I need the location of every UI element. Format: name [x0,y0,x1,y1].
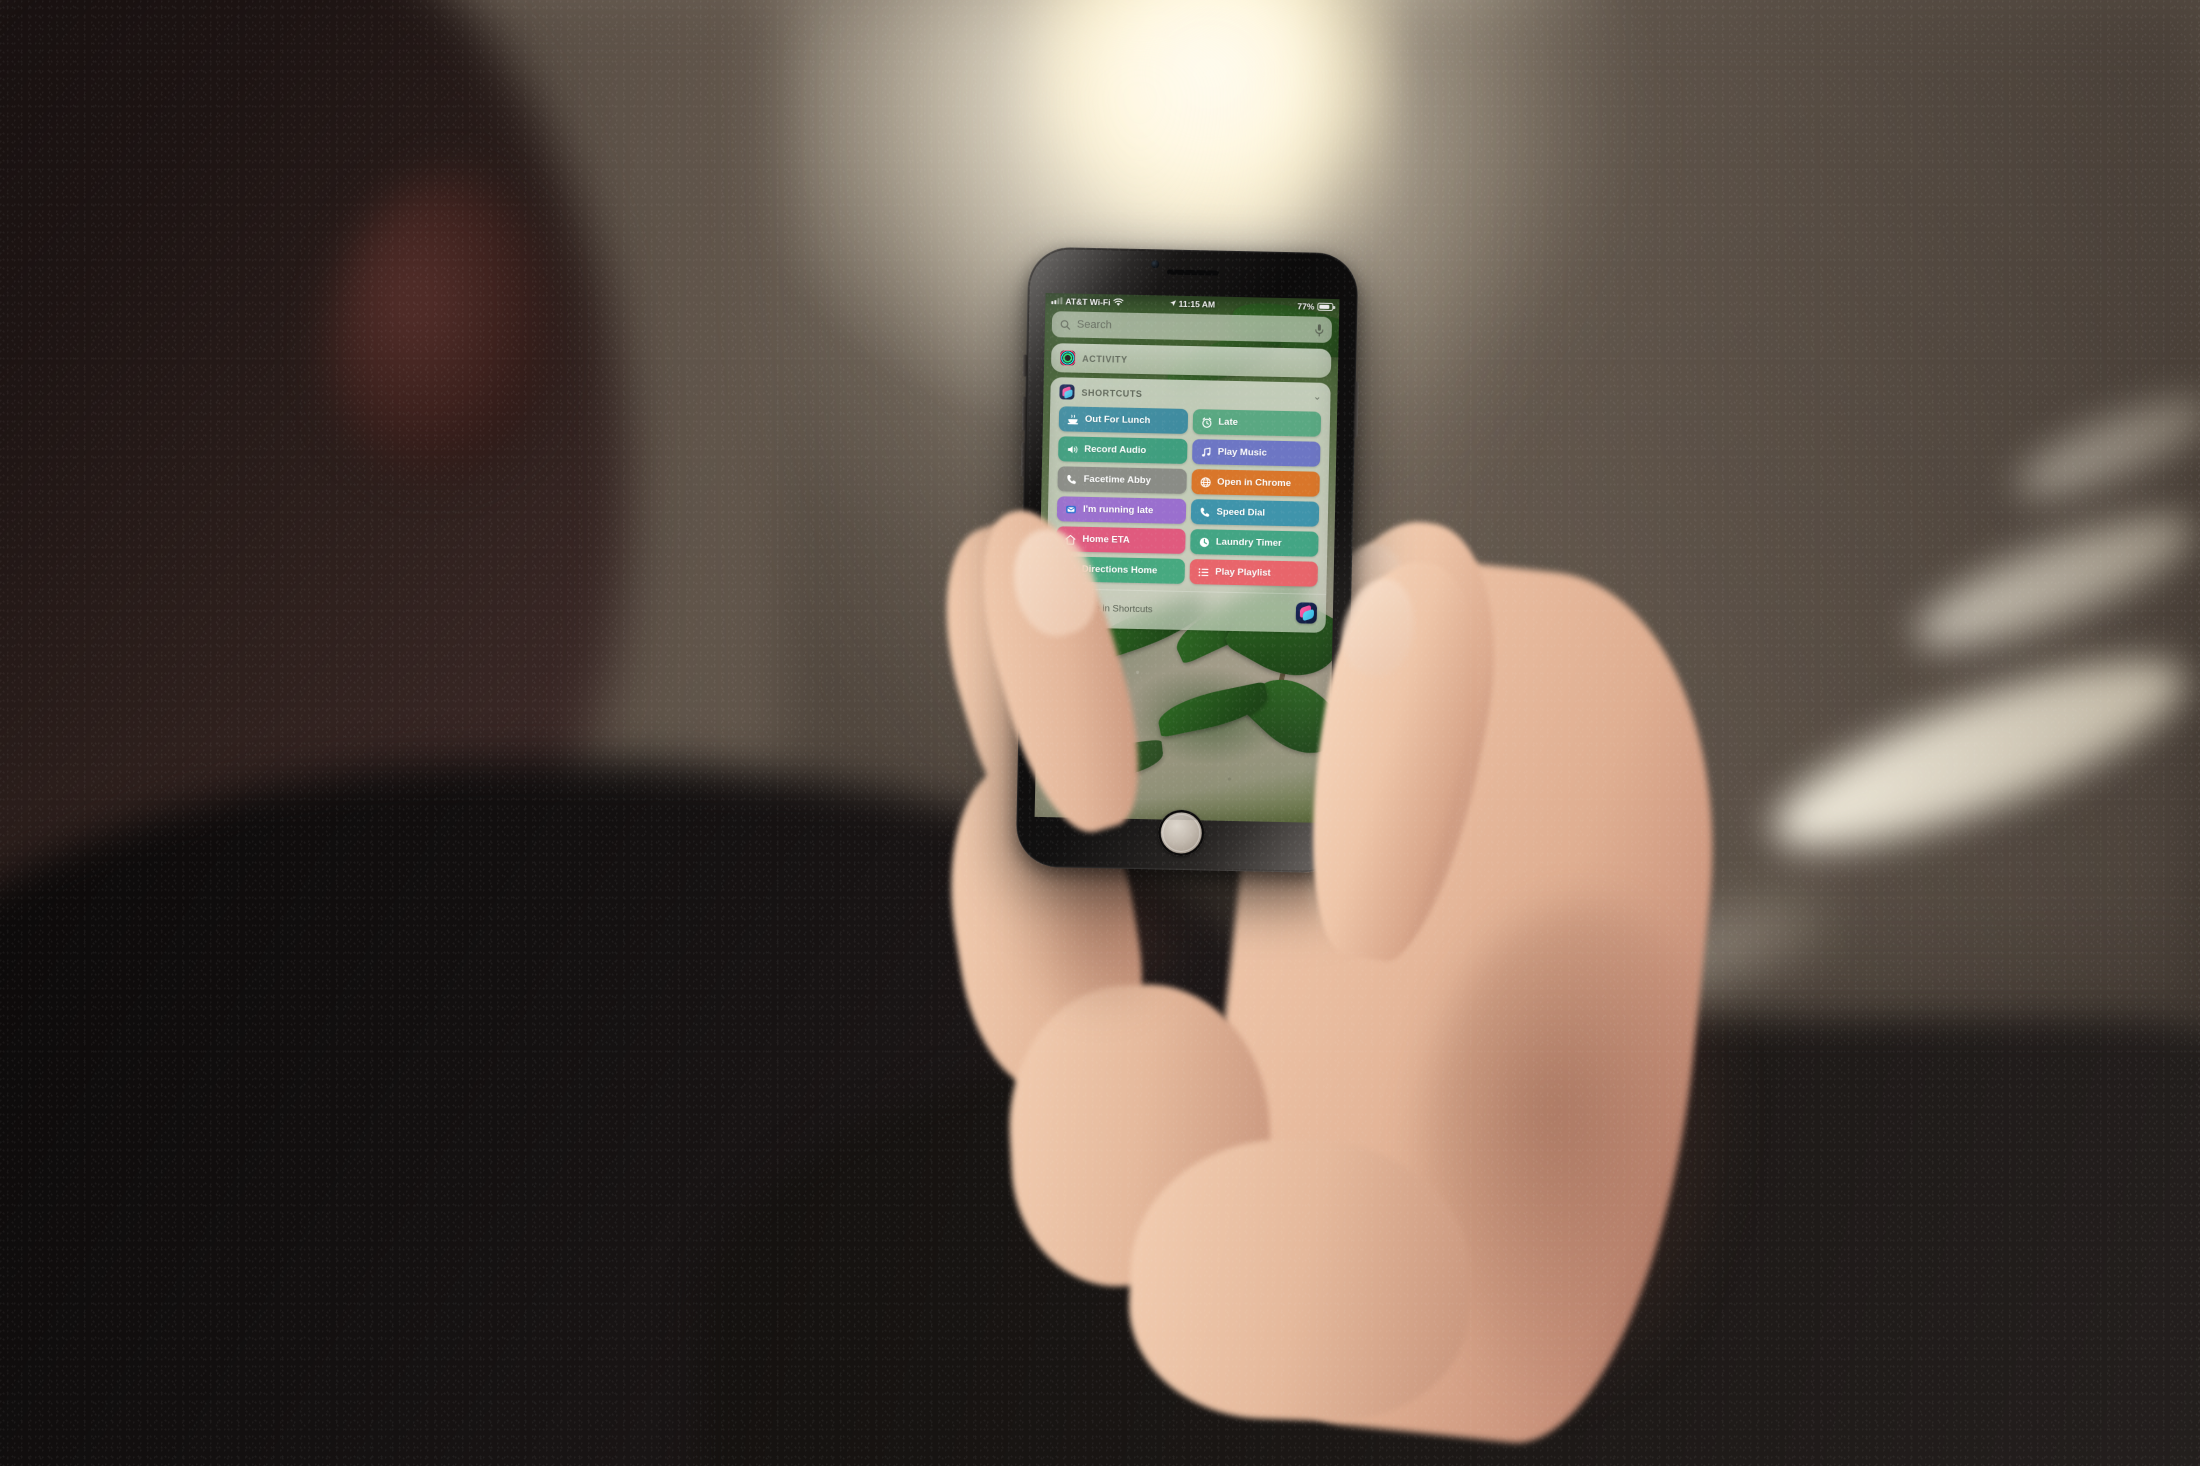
mail-app-icon [1065,503,1077,515]
status-bar-left: AT&T Wi-Fi [1051,295,1124,308]
location-arrow-icon [1170,300,1177,307]
music-note-icon [1200,446,1212,458]
volume-up-button[interactable] [1021,396,1027,431]
widget-activity-title: ACTIVITY [1082,353,1128,365]
shortcut-label: Home ETA [1082,533,1130,546]
phone-handset-icon [1198,506,1210,518]
shortcut-tile[interactable]: Facetime Abby [1057,466,1187,494]
phone-handset-icon [1066,473,1078,485]
shortcut-label: Speed Dial [1216,506,1266,519]
wifi-icon [1113,297,1124,306]
home-button-ring [1162,814,1201,853]
shortcut-label: Late [1218,416,1239,429]
shortcut-label: Record Audio [1084,443,1147,457]
shortcut-tile[interactable]: Open in Chrome [1190,469,1320,497]
search-placeholder: Search [1076,318,1112,332]
globe-icon [1199,476,1211,488]
shortcut-tile[interactable]: Speed Dial [1190,499,1320,527]
bowl-icon [1067,413,1079,425]
widget-shortcuts-title: SHORTCUTS [1081,387,1143,399]
status-bar-right: 77% [1297,300,1334,312]
chevron-down-icon[interactable]: ⌄ [1313,391,1322,402]
front-camera [1151,260,1160,269]
home-button[interactable] [1157,809,1205,857]
search-icon [1060,319,1071,330]
alarm-clock-icon [1200,416,1212,428]
carrier-label: AT&T Wi-Fi [1065,295,1111,307]
activity-rings-icon [1060,350,1076,366]
shortcut-tile[interactable]: Play Playlist [1188,559,1318,587]
widget-activity-header: ACTIVITY [1051,343,1332,378]
shortcuts-app-icon[interactable] [1295,602,1318,624]
palm-shading [1420,900,1750,1420]
shortcut-tile[interactable]: Record Audio [1058,436,1188,464]
mute-switch[interactable] [1022,354,1028,377]
shortcut-label: Facetime Abby [1083,473,1152,487]
microphone-icon[interactable] [1315,323,1324,336]
status-bar-center: 11:15 AM [1169,298,1215,309]
volume-down-button[interactable] [1020,442,1026,477]
shortcut-tile[interactable]: Out For Lunch [1058,406,1188,434]
list-bullet-icon [1197,566,1209,578]
shortcut-tile[interactable]: I'm running late [1056,496,1186,524]
battery-icon [1317,302,1334,311]
shortcut-label: Play Playlist [1215,566,1271,579]
clock-label: 11:15 AM [1178,298,1216,310]
shortcuts-app-icon [1059,384,1075,400]
shortcut-label: I'm running late [1082,503,1154,517]
shortcut-label: Out For Lunch [1084,413,1151,427]
speaker-wave-icon [1066,443,1078,455]
shortcut-label: Open in Chrome [1217,476,1292,490]
clock-icon [1198,536,1210,548]
earpiece-speaker [1166,269,1220,276]
shortcut-tile[interactable]: Late [1192,409,1322,437]
photo-scene: AT&T Wi-Fi 11:15 AM 77% Search ACTIVITY … [0,0,2200,1466]
shortcut-tile[interactable]: Laundry Timer [1189,529,1319,557]
shortcut-tile[interactable]: Play Music [1191,439,1321,467]
widget-activity[interactable]: ACTIVITY [1050,343,1332,378]
shortcut-label: Laundry Timer [1215,536,1282,549]
signal-bars-icon [1051,297,1063,305]
battery-percent-label: 77% [1297,300,1315,312]
shortcut-label: Play Music [1217,446,1267,459]
